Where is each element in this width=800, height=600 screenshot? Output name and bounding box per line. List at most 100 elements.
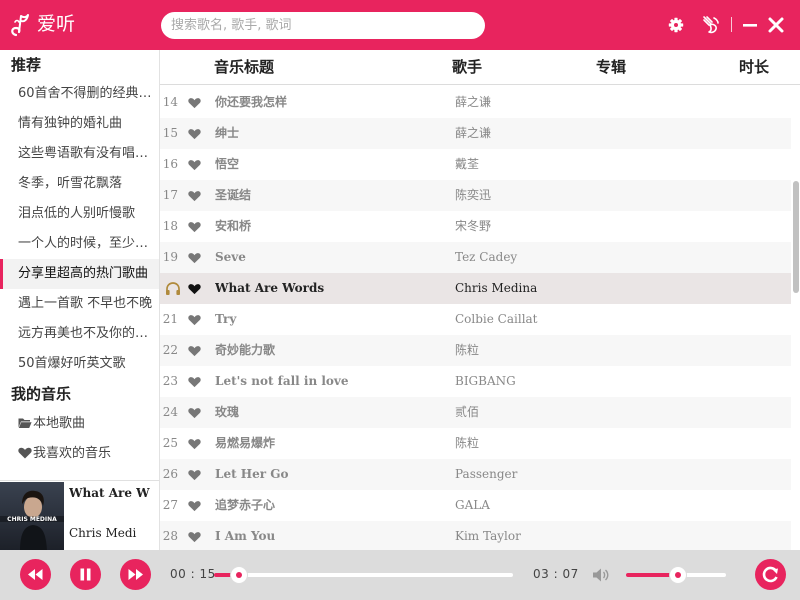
search-input[interactable] [161,12,485,39]
song-row[interactable]: 22 奇妙能力歌 陈粒 [160,335,791,366]
heart-icon[interactable] [188,314,201,326]
sidebar-item-label: 我喜欢的音乐 [33,446,112,461]
heart-icon[interactable] [188,97,201,109]
song-title: 绅士 [215,126,240,140]
heart-icon[interactable] [188,252,201,264]
column-header-duration[interactable]: 时长 [739,57,769,77]
now-playing-title: What Are W [69,486,150,500]
song-row[interactable]: 17 圣诞结 陈奕迅 [160,180,791,211]
sidebar-playlist-item[interactable]: 情有独钟的婚礼曲 [0,109,159,139]
song-artist: 陈粒 [455,343,480,357]
volume-icon[interactable] [592,567,610,583]
song-row[interactable]: 27 追梦赤子心 GALA [160,490,791,521]
heart-icon[interactable] [188,407,201,419]
song-row[interactable]: 16 悟空 戴荃 [160,149,791,180]
column-header-title[interactable]: 音乐标题 [214,57,274,77]
song-number: 25 [162,436,178,450]
headphones-icon [166,282,180,295]
song-row-playing[interactable]: What Are Words Chris Medina [160,273,791,304]
close-icon[interactable] [765,14,787,36]
heart-icon[interactable] [188,283,201,295]
song-artist: 薛之谦 [455,95,492,109]
heart-icon[interactable] [188,128,201,140]
song-row[interactable]: 23 Let's not fall in love BIGBANG [160,366,791,397]
song-artist: Passenger [455,467,518,481]
heart-icon[interactable] [188,221,201,233]
scrollbar-track[interactable] [791,85,800,550]
sidebar-playlist-item[interactable]: 泪点低的人别听慢歌 [0,199,159,229]
song-row[interactable]: 26 Let Her Go Passenger [160,459,791,490]
song-title: 奇妙能力歌 [215,343,276,357]
song-row[interactable]: 15 绅士 薛之谦 [160,118,791,149]
song-title: I Am You [215,529,276,543]
sidebar-playlist-item[interactable]: 冬季，听雪花飘落 [0,169,159,199]
song-row[interactable]: 19 Seve Tez Cadey [160,242,791,273]
next-button[interactable] [120,559,151,590]
loop-mode-button[interactable] [755,559,786,590]
current-time: 00 : 15 [170,567,216,581]
music-note-logo-icon [11,14,29,37]
volume-handle[interactable] [670,567,686,583]
heart-icon[interactable] [188,469,201,481]
title-bar: 爱听 [0,0,800,50]
heart-icon[interactable] [188,376,201,388]
sidebar-playlist-item[interactable]: 60首舍不得删的经典老歌 [0,79,159,109]
previous-button[interactable] [20,559,51,590]
song-row[interactable]: 21 Try Colbie Caillat [160,304,791,335]
song-title: 玫瑰 [215,405,240,419]
song-title: 安和桥 [215,219,252,233]
sidebar-playlist-item[interactable]: 这些粤语歌有没有唱到你心里 [0,139,159,169]
heart-icon [18,447,32,459]
sidebar-playlist-item[interactable]: 一个人的时候，至少还有音乐 [0,229,159,259]
song-number: 17 [162,188,178,202]
sidebar-item-local-songs[interactable]: 本地歌曲 [0,409,159,439]
song-artist: Tez Cadey [455,250,518,264]
section-title-recommend: 推荐 [11,56,42,74]
sidebar-playlist-item[interactable]: 50首爆好听英文歌 [0,349,159,379]
next-icon [128,569,143,580]
skin-icon[interactable] [700,14,722,36]
song-row[interactable]: 25 易燃易爆炸 陈粒 [160,428,791,459]
song-row[interactable]: 18 安和桥 宋冬野 [160,211,791,242]
song-title: Let's not fall in love [215,374,349,388]
sidebar-playlist-item[interactable]: 遇上一首歌 不早也不晚 [0,289,159,319]
sidebar-item-label: 本地歌曲 [33,416,86,431]
heart-icon[interactable] [188,190,201,202]
heart-icon[interactable] [188,438,201,450]
now-playing-card[interactable]: CHRIS MEDINA What Are W Chris Medi [0,480,159,551]
gear-icon[interactable] [665,14,687,36]
heart-icon[interactable] [188,500,201,512]
sidebar-playlist-item[interactable]: 远方再美也不及你的怀抱 [0,319,159,349]
pause-button[interactable] [70,559,101,590]
folder-icon [18,418,32,428]
cover-artist-text: CHRIS MEDINA [7,516,57,523]
sidebar-item-favorites[interactable]: 我喜欢的音乐 [0,439,159,469]
column-header-album[interactable]: 专辑 [596,57,626,77]
sidebar-playlist-item-active[interactable]: 分享里超高的热门歌曲 [0,259,159,289]
pause-icon [80,568,91,581]
heart-icon[interactable] [188,159,201,171]
section-title-mymusic: 我的音乐 [11,385,72,403]
progress-bar[interactable] [214,573,513,577]
song-number: 22 [162,343,178,357]
song-number: 23 [162,374,178,388]
column-header-artist[interactable]: 歌手 [452,57,482,77]
song-row[interactable]: 24 玫瑰 贰佰 [160,397,791,428]
progress-handle[interactable] [231,567,248,583]
song-list-header: 音乐标题 歌手 专辑 时长 [160,50,800,85]
song-artist: 宋冬野 [455,219,492,233]
song-number: 19 [162,250,178,264]
prev-icon [28,569,43,580]
song-row[interactable]: 28 I Am You Kim Taylor [160,521,791,550]
heart-icon[interactable] [188,531,201,543]
minimize-icon[interactable] [739,14,761,36]
heart-icon[interactable] [188,345,201,357]
header-divider [731,17,732,32]
song-number: 28 [162,529,178,543]
song-artist: 陈粒 [455,436,480,450]
song-row[interactable]: 14 你还要我怎样 薛之谦 [160,87,791,118]
now-playing-artist: Chris Medi [69,526,137,540]
scrollbar-thumb[interactable] [793,181,799,293]
song-title: What Are Words [215,281,325,295]
song-title: 易燃易爆炸 [215,436,276,450]
